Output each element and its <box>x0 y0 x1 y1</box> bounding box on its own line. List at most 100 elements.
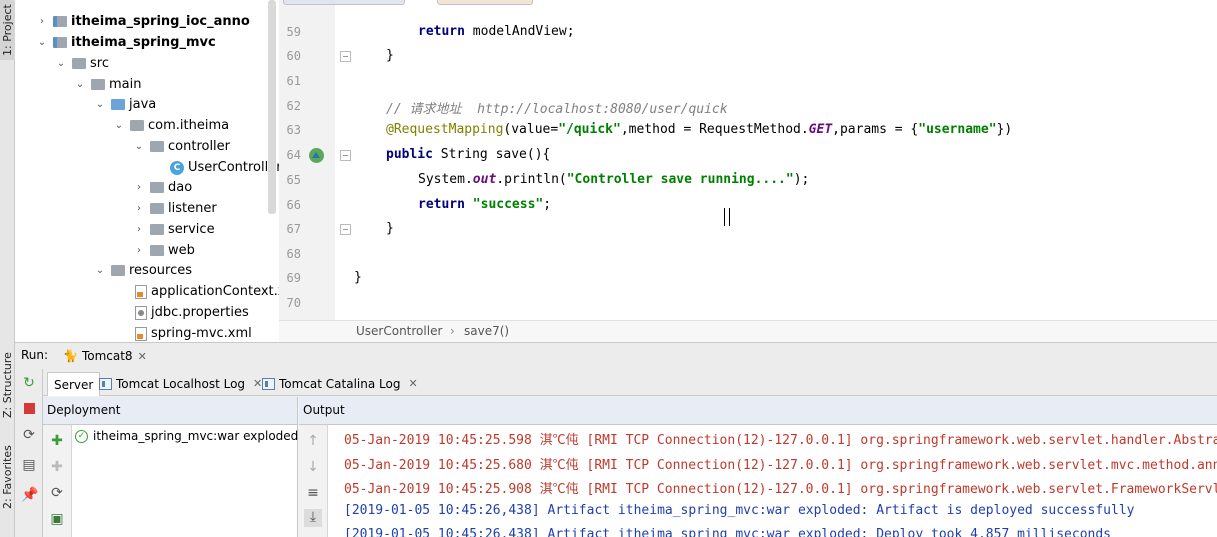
line-number: 66 <box>286 198 301 212</box>
tree-item-label: UserController <box>188 160 279 175</box>
tree-item-label: resources <box>129 263 193 278</box>
folder-icon <box>72 58 86 69</box>
tree-item-dao[interactable]: › dao <box>132 177 192 198</box>
code-line-69: } <box>354 270 362 285</box>
refresh-icon[interactable]: ⟳ <box>49 485 65 501</box>
breadcrumb-separator: › <box>450 324 455 338</box>
breadcrumb-method[interactable]: save7() <box>464 324 509 338</box>
tab-catalina-log[interactable]: Tomcat Catalina Log ✕ <box>256 372 424 396</box>
editor-tab-success-jsp[interactable] <box>437 0 533 5</box>
tree-item-label: com.itheima <box>148 118 230 133</box>
editor-tab-strip <box>279 0 619 6</box>
deploy-icon[interactable]: ✚ <box>49 433 65 449</box>
line-number: 59 <box>286 25 301 39</box>
deployment-item[interactable]: ✓ itheima_spring_mvc:war exploded <box>75 429 298 443</box>
chevron-right-icon[interactable]: › <box>132 177 146 198</box>
module-folder-icon <box>53 37 67 48</box>
package-icon <box>150 224 164 235</box>
deployment-toolbar: ✚ ✚ ⟳ ▣ <box>43 425 72 537</box>
breadcrumb-class[interactable]: UserController <box>356 324 442 338</box>
console-output[interactable]: 05-Jan-2019 10:45:25.598 淇℃伅 [RMI TCP Co… <box>328 425 1217 537</box>
stop-icon[interactable] <box>21 401 37 417</box>
code-line-65: System.out.println("Controller save runn… <box>418 172 810 187</box>
line-number: 60 <box>286 49 301 63</box>
close-icon[interactable]: ✕ <box>138 350 147 363</box>
tree-item-ioc-anno[interactable]: › itheima_spring_ioc_anno <box>35 11 250 32</box>
tree-item-src[interactable]: ⌄ src <box>54 53 109 74</box>
tree-item-listener[interactable]: › listener <box>132 198 217 219</box>
chevron-right-icon[interactable]: › <box>132 240 146 261</box>
soft-wrap-icon[interactable]: ≡ <box>305 485 321 501</box>
chevron-down-icon[interactable]: ⌄ <box>73 74 87 95</box>
deployment-header: Deployment <box>43 397 298 425</box>
artifact-icon[interactable]: ▣ <box>49 511 65 527</box>
close-icon[interactable]: ✕ <box>408 373 417 395</box>
update-icon[interactable]: ⟳ <box>21 427 37 443</box>
chevron-right-icon[interactable]: › <box>35 11 49 32</box>
tree-item-label: applicationContext.xml <box>151 284 279 299</box>
favorites-tool-tab[interactable]: 2: Favorites <box>0 432 15 522</box>
structure-tool-tab[interactable]: Z: Structure <box>0 340 15 430</box>
server-tabs: Server Tomcat Localhost Log ✕ Tomcat Cata… <box>43 369 1217 396</box>
tree-item-label: jdbc.properties <box>151 305 249 320</box>
line-number: 64 <box>286 148 301 162</box>
folder-icon <box>91 79 105 90</box>
chevron-down-icon[interactable]: ⌄ <box>132 136 146 157</box>
tree-item-service[interactable]: › service <box>132 219 215 240</box>
output-title: Output <box>303 403 345 417</box>
project-tree: › itheima_spring_ioc_anno ⌄ itheima_spring… <box>15 0 279 342</box>
tree-item-com-itheima[interactable]: ⌄ com.itheima <box>112 115 229 136</box>
tab-localhost-log[interactable]: Tomcat Localhost Log ✕ <box>93 372 268 396</box>
run-config-tab[interactable]: 🐈 Tomcat8 ✕ <box>63 346 147 366</box>
chevron-right-icon[interactable]: › <box>132 198 146 219</box>
scroll-up-icon[interactable]: ↑ <box>305 433 321 449</box>
tree-item-spring-mvc-xml[interactable]: spring-mvc.xml <box>135 323 252 342</box>
rerun-icon[interactable]: ↻ <box>21 375 37 391</box>
run-toolbar: ↻ ⟳ ▤ 📌 <box>15 369 43 537</box>
code-line-62: // 请求地址 http://localhost:8080/user/quick <box>386 102 728 117</box>
tree-item-controller[interactable]: ⌄ controller <box>132 136 230 157</box>
tomcat-icon: 🐈 <box>63 349 78 363</box>
chevron-right-icon[interactable]: › <box>132 219 146 240</box>
line-number: 61 <box>286 74 301 88</box>
log-line: 05-Jan-2019 10:45:25.908 淇℃伅 [RMI TCP Co… <box>344 482 1217 497</box>
favorites-tool-tab-label: 2: Favorites <box>1 445 14 509</box>
tree-item-label: itheima_spring_ioc_anno <box>71 14 250 29</box>
chevron-down-icon[interactable]: ⌄ <box>93 260 107 281</box>
line-number: 67 <box>286 222 301 236</box>
scroll-down-icon[interactable]: ↓ <box>305 459 321 475</box>
tree-item-spring-mvc[interactable]: ⌄ itheima_spring_mvc <box>35 32 216 53</box>
fold-marker[interactable] <box>340 150 351 161</box>
tree-item-applicationcontext[interactable]: applicationContext.xml <box>135 281 279 302</box>
tree-item-resources[interactable]: ⌄ resources <box>93 260 192 281</box>
log-line: 05-Jan-2019 10:45:25.598 淇℃伅 [RMI TCP Co… <box>344 433 1217 448</box>
project-tool-tab-label: 1: Project <box>1 4 14 56</box>
output-toolbar: ↑ ↓ ≡ ⤓ <box>299 425 328 537</box>
chevron-down-icon[interactable]: ⌄ <box>112 115 126 136</box>
tree-scrollbar[interactable] <box>268 0 276 214</box>
module-folder-icon <box>53 16 67 27</box>
fold-marker[interactable] <box>340 224 351 235</box>
scroll-to-end-icon[interactable]: ⤓ <box>304 509 322 527</box>
tree-item-label: service <box>168 222 215 237</box>
project-tool-tab[interactable]: 1: Project <box>0 0 15 60</box>
editor-tab-usercontroller[interactable] <box>283 0 405 5</box>
log-icon <box>262 378 275 390</box>
tree-item-label: spring-mvc.xml <box>151 326 252 341</box>
chevron-down-icon[interactable]: ⌄ <box>35 32 49 53</box>
spring-bean-gutter-icon[interactable] <box>308 147 325 164</box>
layout-icon[interactable]: ▤ <box>21 457 37 473</box>
tab-label: Server <box>54 377 94 392</box>
package-icon <box>150 182 164 193</box>
tree-item-usercontroller[interactable]: C UserController <box>170 157 279 178</box>
tree-item-main[interactable]: ⌄ main <box>73 74 142 95</box>
undeploy-icon[interactable]: ✚ <box>49 459 65 475</box>
chevron-down-icon[interactable]: ⌄ <box>54 53 68 74</box>
tree-item-java[interactable]: ⌄ java <box>93 94 156 115</box>
tree-item-web[interactable]: › web <box>132 240 195 261</box>
pin-icon[interactable]: 📌 <box>21 487 38 503</box>
tree-item-jdbc-properties[interactable]: jdbc.properties <box>135 302 249 323</box>
fold-marker[interactable] <box>340 51 351 62</box>
chevron-down-icon[interactable]: ⌄ <box>93 94 107 115</box>
line-number: 62 <box>286 99 301 113</box>
